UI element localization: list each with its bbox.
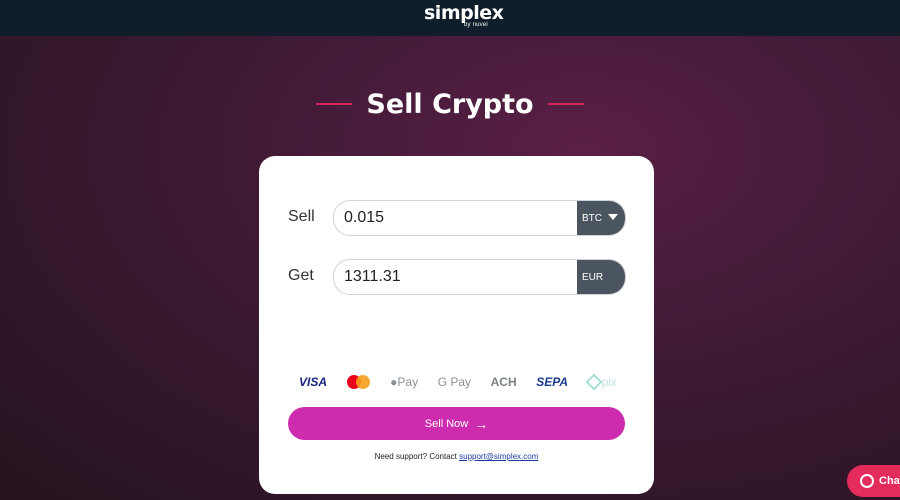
- get-amount-input[interactable]: 1311.31: [344, 268, 401, 286]
- google-pay-icon: G Pay: [437, 375, 472, 389]
- page-title: Sell Crypto: [366, 88, 534, 120]
- sell-currency-select[interactable]: BTC: [577, 201, 625, 235]
- get-label: Get: [288, 267, 314, 284]
- pix-icon: pix: [585, 373, 617, 391]
- pix-diamond-icon: [585, 373, 603, 391]
- ach-icon: ACH: [490, 375, 517, 389]
- title-line-left: [316, 103, 353, 105]
- get-field: 1311.31 EUR: [333, 259, 626, 295]
- logo-wordmark: simplex: [424, 2, 504, 24]
- pix-label: pix: [601, 375, 617, 389]
- support-label: Need support? Contact: [374, 452, 457, 461]
- sepa-icon: SEPA: [536, 375, 568, 389]
- get-currency-label: EUR: [582, 271, 604, 283]
- apple-logo-icon: ●: [390, 375, 398, 389]
- sell-field: 0.015 BTC: [333, 200, 626, 236]
- top-bar: simplex by nuvei: [0, 0, 900, 36]
- support-email-link[interactable]: support@simplex.com: [459, 452, 538, 461]
- title-line-right: [547, 103, 584, 105]
- sell-card: Sell 0.015 BTC Get 1311.31 EUR VISA ● Pa…: [259, 156, 654, 494]
- get-currency-display: EUR: [577, 260, 625, 294]
- chat-label: Chat: [879, 475, 900, 487]
- visa-icon: VISA: [299, 375, 328, 389]
- chevron-down-icon: [608, 214, 618, 220]
- sell-label: Sell: [288, 208, 315, 225]
- chat-button[interactable]: Chat: [847, 465, 900, 497]
- sell-amount-input[interactable]: 0.015: [344, 209, 384, 227]
- apple-pay-icon: ● Pay: [390, 375, 418, 389]
- mastercard-icon: [346, 374, 371, 390]
- support-text: Need support? Contact support@simplex.co…: [259, 452, 654, 461]
- chat-bubble-icon: [860, 474, 874, 488]
- apple-pay-label: Pay: [397, 375, 419, 389]
- logo-byline: by nuvei: [464, 22, 488, 28]
- sell-now-label: Sell Now: [424, 417, 469, 430]
- payment-methods: VISA ● Pay G Pay ACH SEPA pix: [299, 372, 617, 392]
- sell-currency-label: BTC: [582, 212, 602, 224]
- page-title-row: Sell Crypto: [0, 84, 900, 124]
- sell-now-button[interactable]: Sell Now →: [288, 407, 625, 440]
- simplex-logo[interactable]: simplex by nuvei: [424, 2, 504, 32]
- arrow-right-icon: →: [474, 415, 489, 432]
